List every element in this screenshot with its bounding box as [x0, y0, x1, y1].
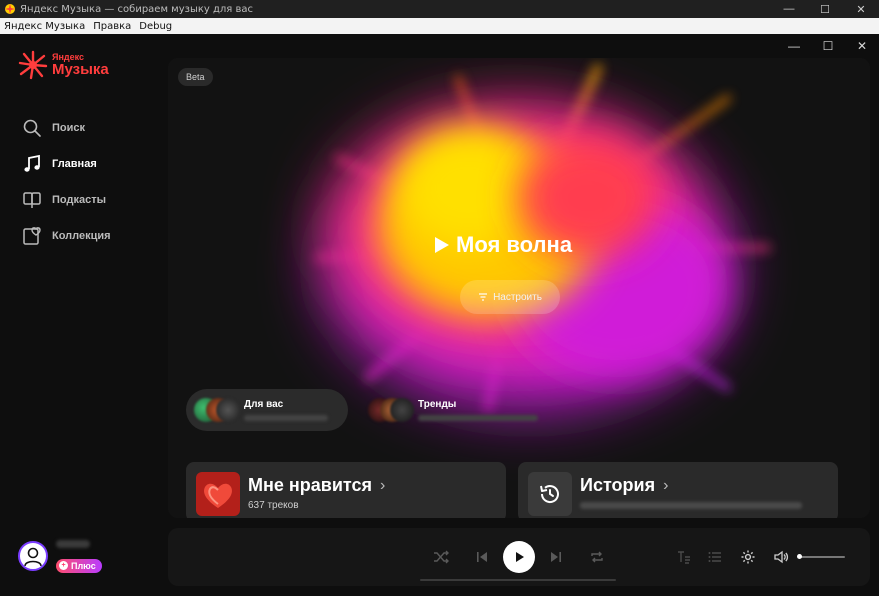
history-icon-tile	[528, 472, 572, 516]
logo-burst-icon	[18, 50, 48, 80]
liked-tracks-card[interactable]: Мне нравится › 637 треков	[186, 462, 506, 518]
music-note-icon	[24, 154, 40, 172]
repeat-icon	[591, 551, 603, 563]
sidebar-item-label: Коллекция	[52, 230, 111, 242]
sidebar-item-home[interactable]: Главная	[22, 146, 111, 182]
track-progress-bar[interactable]	[420, 579, 616, 581]
repeat-button[interactable]	[586, 546, 608, 568]
liked-card-subtitle: 637 треков	[248, 500, 299, 511]
sidebar-item-podcasts[interactable]: Подкасты	[22, 182, 111, 218]
play-button[interactable]	[503, 541, 535, 573]
podcast-icon	[23, 192, 41, 208]
lyrics-button[interactable]	[673, 546, 695, 568]
settings-icon	[741, 550, 755, 564]
settings-button[interactable]	[737, 546, 759, 568]
previous-icon	[477, 552, 487, 562]
volume-icon	[774, 550, 789, 564]
shuffle-icon	[434, 550, 449, 564]
history-card-title: История	[580, 475, 656, 495]
chip-subtitle-blurred	[244, 415, 328, 421]
chip-label: Для вас	[244, 399, 284, 410]
yandex-music-logo[interactable]: Яндекс Музыка	[18, 50, 109, 80]
liked-cover-image	[196, 472, 240, 516]
plus-badge[interactable]: + Плюс	[56, 558, 102, 573]
queue-button[interactable]	[704, 546, 726, 568]
volume-button[interactable]	[770, 546, 792, 568]
player-bar	[168, 528, 870, 586]
main-content: Beta Моя волна Настроить Для вас Тренды …	[168, 58, 870, 518]
app-minimize-button[interactable]: —	[777, 34, 811, 58]
filter-lines-icon	[479, 293, 488, 301]
queue-icon	[708, 552, 721, 562]
user-silhouette-icon	[24, 547, 42, 567]
play-icon	[435, 237, 449, 253]
shuffle-button[interactable]	[430, 546, 452, 568]
my-wave-title: Моя волна	[456, 232, 573, 257]
os-close-button[interactable]: ✕	[843, 0, 879, 18]
plus-icon: +	[59, 561, 68, 570]
previous-button[interactable]	[471, 546, 493, 568]
sidebar-item-label: Главная	[52, 158, 97, 170]
app-window: — ☐ ✕ Яндекс Музыка Поиск Главная Подкас…	[0, 34, 879, 596]
sidebar-item-collection[interactable]: Коллекция	[22, 218, 111, 254]
sidebar-item-label: Поиск	[52, 122, 86, 134]
logo-product-line: Музыка	[52, 61, 109, 78]
user-name-blurred	[56, 540, 90, 548]
menu-item-edit[interactable]: Правка	[89, 21, 135, 32]
liked-card-title: Мне нравится	[248, 475, 372, 495]
search-icon	[23, 119, 41, 137]
chevron-right-icon: ›	[663, 476, 669, 494]
app-close-button[interactable]: ✕	[845, 34, 879, 58]
lyrics-icon	[678, 551, 690, 564]
history-card[interactable]: История ›	[518, 462, 838, 518]
tune-button-label: Настроить	[493, 291, 542, 303]
next-button[interactable]	[545, 546, 567, 568]
sidebar-item-label: Подкасты	[52, 194, 106, 206]
volume-slider[interactable]	[799, 556, 845, 558]
chip-for-you[interactable]: Для вас	[186, 389, 348, 431]
menu-item-debug[interactable]: Debug	[135, 21, 176, 32]
app-logo-icon	[5, 4, 15, 14]
chip-subtitle-blurred	[418, 415, 538, 421]
sidebar-nav: Поиск Главная Подкасты Коллекция	[22, 110, 111, 254]
play-icon	[516, 552, 524, 562]
os-minimize-button[interactable]: —	[771, 0, 807, 18]
plus-badge-label: Плюс	[71, 560, 96, 571]
beta-badge: Beta	[178, 68, 213, 86]
history-icon	[540, 485, 559, 503]
menu-item-app[interactable]: Яндекс Музыка	[0, 21, 89, 32]
next-icon	[551, 552, 561, 562]
collection-heart-icon	[23, 227, 41, 245]
menu-bar: Яндекс Музыка Правка Debug	[0, 18, 879, 34]
user-profile[interactable]: + Плюс	[18, 540, 102, 573]
chip-trends[interactable]: Тренды	[360, 389, 550, 431]
chevron-right-icon: ›	[379, 476, 386, 494]
chip-cover-image	[216, 398, 240, 422]
chip-label: Тренды	[418, 399, 457, 410]
volume-slider-handle[interactable]	[797, 554, 802, 559]
sidebar-item-search[interactable]: Поиск	[22, 110, 111, 146]
my-wave-play-button[interactable]: Моя волна	[432, 232, 572, 258]
tune-button[interactable]: Настроить	[460, 280, 560, 314]
window-title: Яндекс Музыка — собираем музыку для вас	[20, 3, 254, 15]
os-maximize-button[interactable]: ☐	[807, 0, 843, 18]
chip-cover-image	[390, 398, 414, 422]
app-maximize-button[interactable]: ☐	[811, 34, 845, 58]
avatar[interactable]	[18, 541, 48, 572]
history-card-subtitle-blurred	[580, 502, 802, 509]
os-title-bar: Яндекс Музыка — собираем музыку для вас …	[0, 0, 879, 18]
